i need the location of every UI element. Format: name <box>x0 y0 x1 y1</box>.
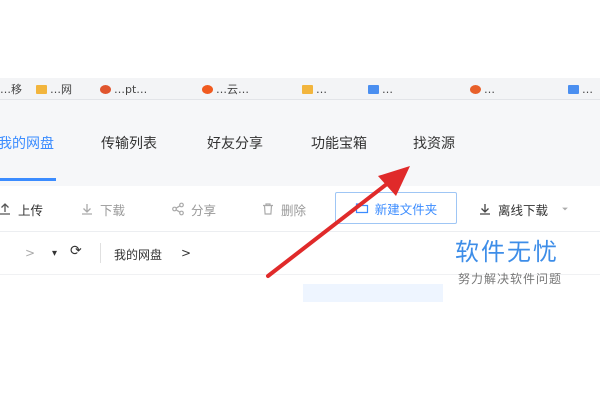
path-separator <box>100 243 101 263</box>
bookmark-item[interactable]: …移 <box>0 82 22 96</box>
watermark-title: 软件无忧 <box>455 238 559 266</box>
breadcrumb-my-disk[interactable]: 我的网盘 <box>114 246 162 263</box>
tab-toolbox[interactable]: 功能宝箱 <box>311 133 367 153</box>
offline-download-icon <box>480 204 490 215</box>
share-label: 分享 <box>191 202 217 218</box>
share-icon <box>172 202 184 216</box>
forward-button[interactable]: > <box>25 246 35 260</box>
file-list-highlight <box>303 284 443 302</box>
bookmark-label: … <box>582 82 593 96</box>
site-icon <box>568 84 579 94</box>
refresh-icon[interactable]: ⟳ <box>70 243 82 259</box>
new-folder-icon <box>355 203 368 214</box>
bookmark-item[interactable]: … <box>470 82 495 96</box>
bookmark-item[interactable]: … <box>368 82 393 96</box>
bookmark-label: … <box>484 82 495 96</box>
upload-button[interactable]: 上传 <box>0 198 43 220</box>
toolbar: 上传 下载 分享 删除 新建文件夹 离线下载 <box>0 186 600 232</box>
site-icon <box>100 84 111 94</box>
bookmark-label: …pt… <box>114 82 148 96</box>
bookmark-item[interactable]: …网 <box>36 82 72 96</box>
bookmark-item[interactable]: …pt… <box>100 82 147 96</box>
offline-download-button[interactable]: 离线下载 <box>478 198 570 220</box>
bookmark-label: … <box>316 82 327 96</box>
tab-find-resources[interactable]: 找资源 <box>413 133 455 153</box>
folder-icon <box>302 84 313 94</box>
bookmark-label: …移 <box>0 83 22 96</box>
trash-icon <box>263 203 273 215</box>
upload-icon <box>0 203 10 215</box>
site-icon <box>368 84 379 94</box>
delete-button[interactable]: 删除 <box>261 198 306 220</box>
watermark-subtitle: 努力解决软件问题 <box>458 272 563 286</box>
bookmark-item[interactable]: … <box>568 82 593 96</box>
offline-download-label: 离线下载 <box>498 202 549 218</box>
breadcrumb-arrow: > <box>181 246 192 260</box>
share-button[interactable]: 分享 <box>171 198 216 220</box>
caret-down-icon <box>562 207 568 211</box>
download-button[interactable]: 下载 <box>80 198 125 220</box>
tab-friend-share[interactable]: 好友分享 <box>207 133 263 153</box>
bookmark-label: … <box>382 82 393 96</box>
main-nav: 我的网盘 传输列表 好友分享 功能宝箱 找资源 <box>0 100 600 186</box>
active-tab-indicator <box>0 178 56 181</box>
download-label: 下载 <box>100 202 126 218</box>
bookmark-label: …网 <box>50 83 72 96</box>
upload-label: 上传 <box>18 202 44 218</box>
bookmark-label: …云… <box>216 83 249 96</box>
new-folder-label: 新建文件夹 <box>374 201 438 217</box>
tab-my-disk[interactable]: 我的网盘 <box>0 133 54 153</box>
delete-label: 删除 <box>281 202 307 218</box>
download-icon <box>82 204 92 215</box>
bookmark-item[interactable]: … <box>302 82 327 96</box>
folder-icon <box>36 84 47 94</box>
new-folder-button[interactable]: 新建文件夹 <box>335 192 457 224</box>
tab-transfer-list[interactable]: 传输列表 <box>101 133 157 153</box>
bookmarks-bar: …移 …网 …pt… …云… … … … … <box>0 78 600 100</box>
site-icon <box>202 84 213 94</box>
bookmark-item[interactable]: …云… <box>202 82 249 96</box>
site-icon <box>470 84 481 94</box>
blank-top-area <box>0 0 600 78</box>
history-dropdown-icon[interactable]: ▾ <box>52 248 57 259</box>
